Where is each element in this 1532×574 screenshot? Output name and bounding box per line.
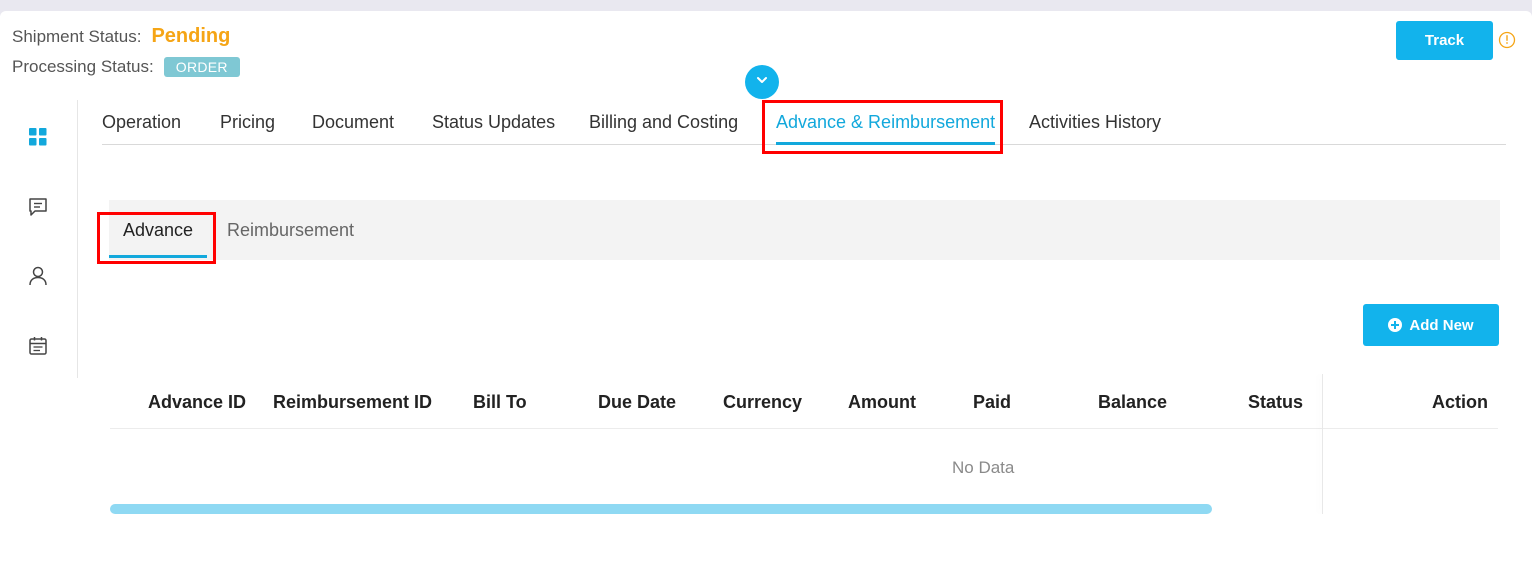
shipment-status-value: Pending [151,25,231,47]
add-new-button[interactable]: Add New [1363,304,1499,346]
empty-table-message: No Data [952,458,1015,477]
column-header-balance[interactable]: Balance [1098,376,1167,429]
tab-document[interactable]: Document [312,100,394,144]
track-button[interactable]: Track [1396,21,1493,60]
table-header-row: Advance ID Reimbursement ID Bill To Due … [110,376,1498,429]
column-header-due-date[interactable]: Due Date [598,376,676,429]
sticky-column-divider [1322,374,1323,514]
column-header-advance-id[interactable]: Advance ID [148,376,246,429]
tab-operation[interactable]: Operation [102,100,181,144]
chat-icon[interactable] [27,196,49,218]
left-sidebar [0,100,78,378]
collapse-toggle-button[interactable] [745,65,779,99]
sub-tab-bar: Advance Reimbursement [109,200,1500,260]
subtab-advance[interactable]: Advance [109,200,207,260]
tab-activities-history[interactable]: Activities History [1029,100,1161,144]
tab-billing-and-costing[interactable]: Billing and Costing [589,100,738,144]
column-header-currency[interactable]: Currency [723,376,802,429]
main-tab-bar: Operation Pricing Document Status Update… [102,100,1506,145]
column-header-reimbursement-id[interactable]: Reimbursement ID [273,376,432,429]
add-new-label: Add New [1409,316,1474,334]
processing-status-label: Processing Status: [12,57,154,76]
info-icon[interactable] [1498,31,1516,49]
dashboard-icon[interactable] [27,126,49,148]
horizontal-scrollbar[interactable] [110,504,1212,514]
calendar-icon[interactable] [27,335,49,357]
shipment-status-row: Shipment Status: Pending [12,25,230,48]
shipment-status-label: Shipment Status: [12,26,142,46]
tab-advance-reimbursement[interactable]: Advance & Reimbursement [776,100,996,145]
plus-circle-icon [1388,318,1403,332]
processing-status-badge: ORDER [163,57,240,77]
subtab-reimbursement[interactable]: Reimbursement [227,200,354,260]
user-icon[interactable] [27,265,49,287]
column-header-amount[interactable]: Amount [848,376,916,429]
tab-pricing[interactable]: Pricing [220,100,275,144]
tab-status-updates[interactable]: Status Updates [432,100,555,144]
column-header-action: Action [1432,392,1488,412]
chevron-down-icon [755,73,769,92]
column-header-status[interactable]: Status [1248,376,1303,429]
column-header-bill-to[interactable]: Bill To [473,376,527,429]
shipment-detail-panel: Shipment Status: Pending Processing Stat… [0,11,1532,574]
column-header-paid[interactable]: Paid [973,376,1011,429]
processing-status-row: Processing Status: ORDER [12,57,240,77]
